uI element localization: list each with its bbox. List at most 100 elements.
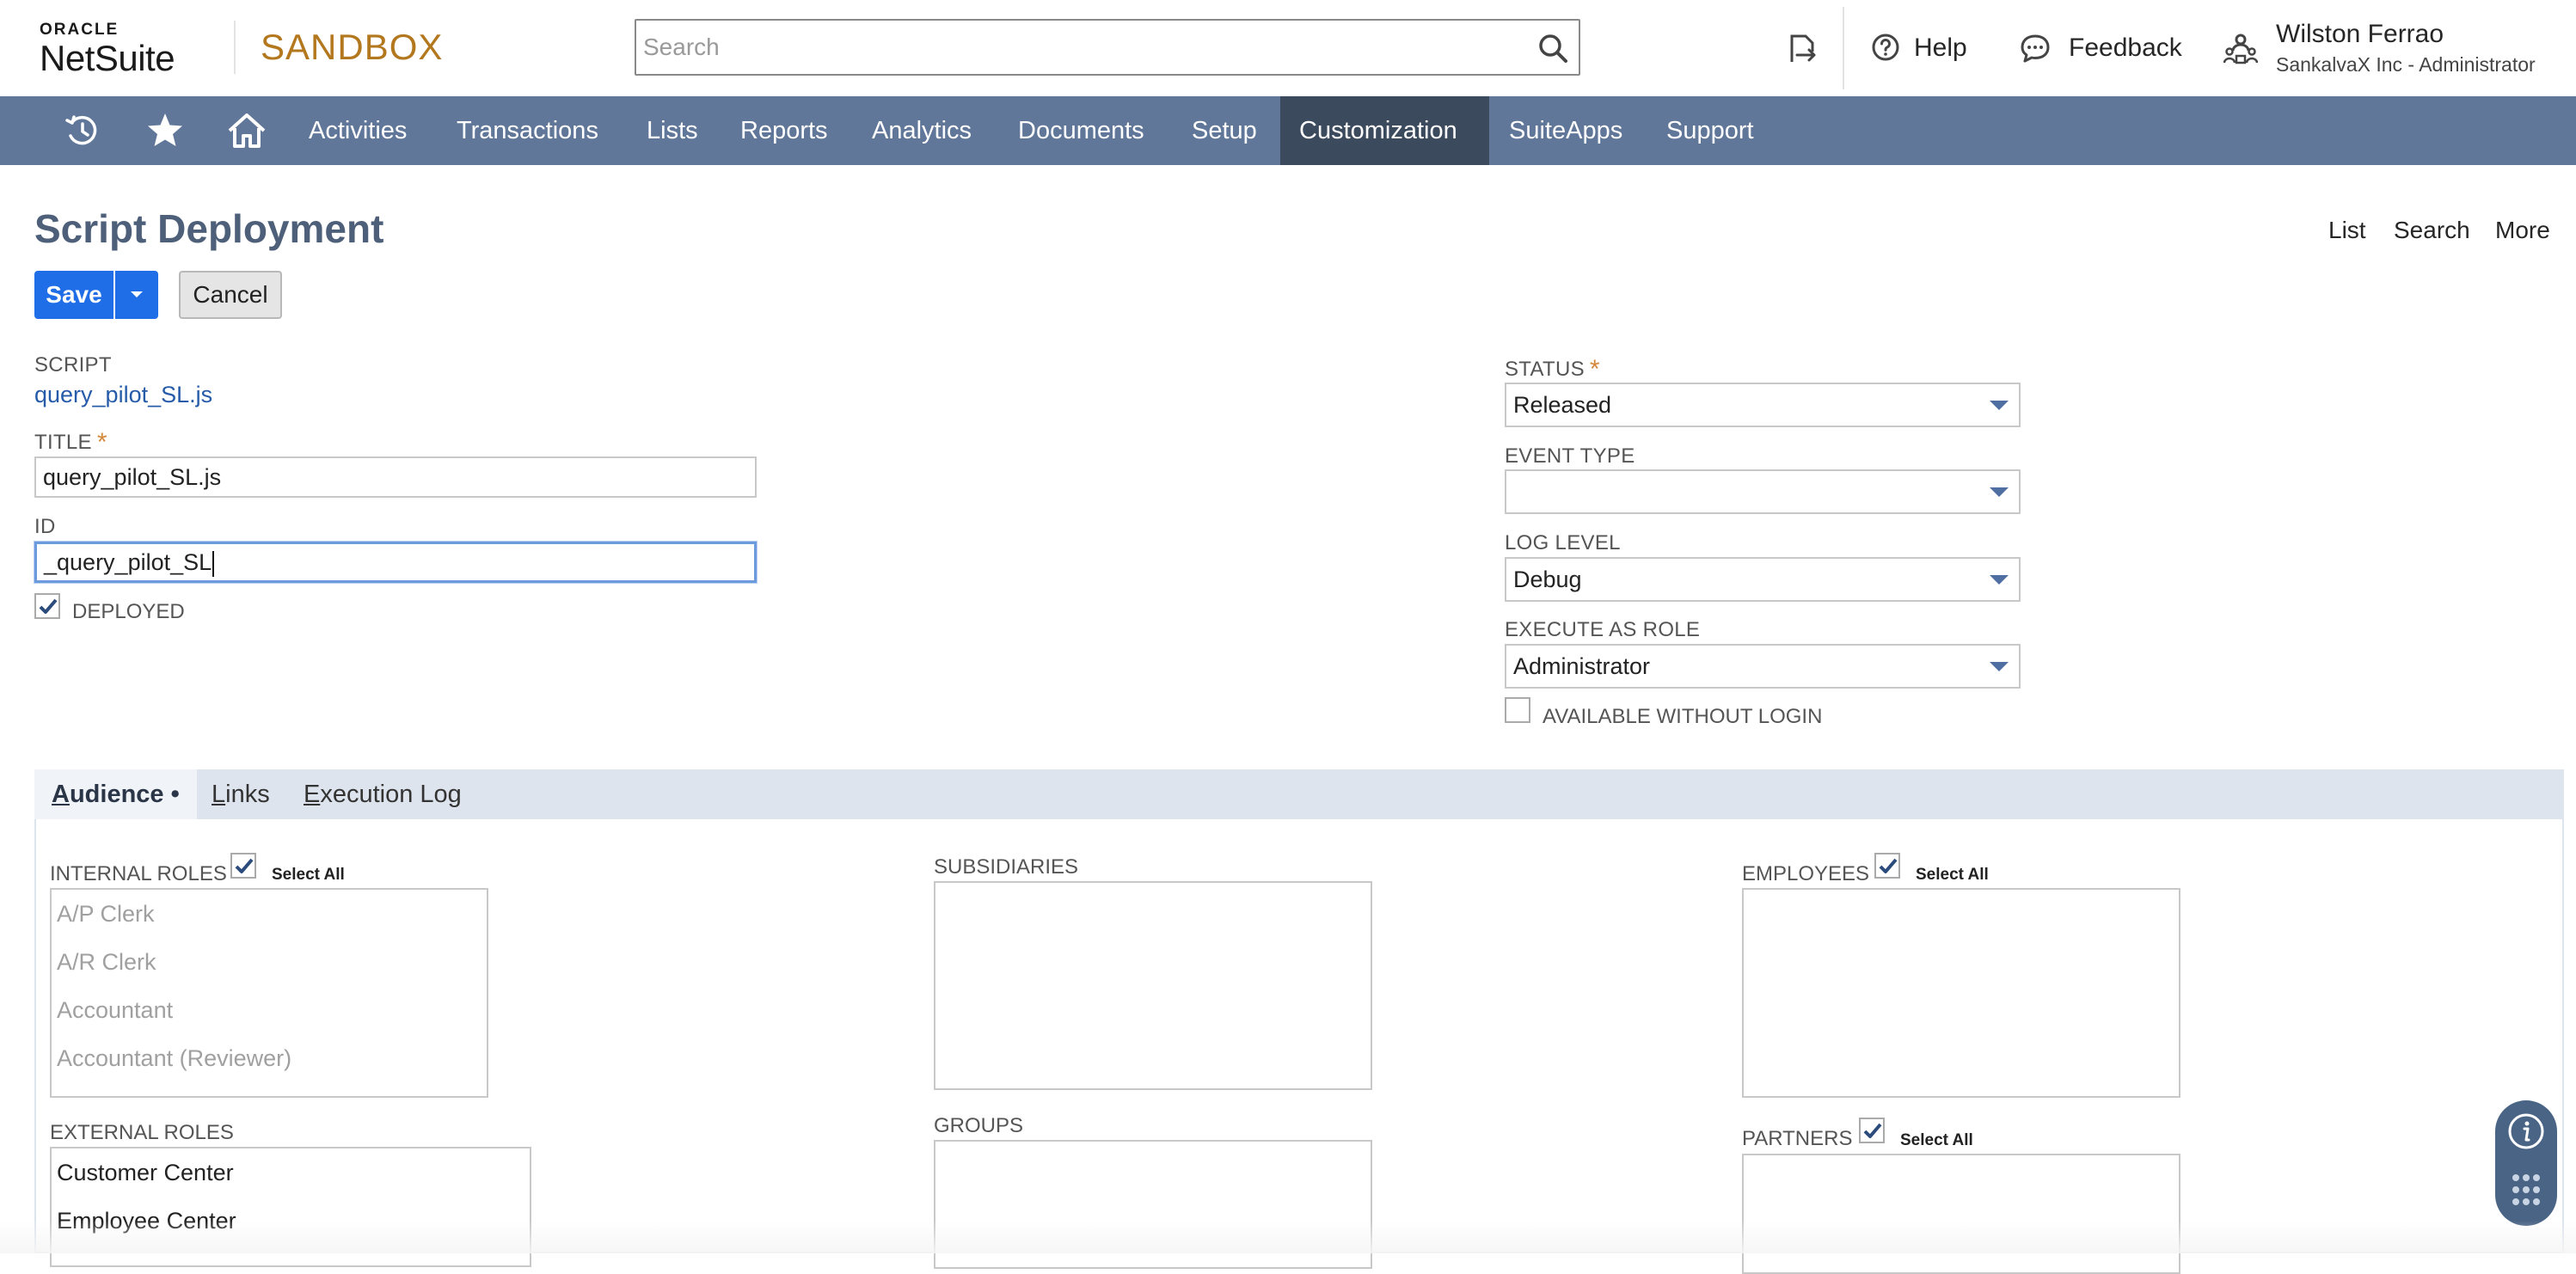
list-item: A/P Clerk (57, 901, 155, 927)
nav-lists[interactable]: Lists (628, 96, 717, 165)
main-navigation: Activities Transactions Lists Reports An… (0, 96, 2576, 165)
tab-audience-dot: • (163, 781, 180, 808)
caret-down-icon (131, 291, 143, 297)
nav-setup[interactable]: Setup (1173, 96, 1276, 165)
subtab-bar: Audience • Links Execution Log (34, 769, 2564, 819)
internal-roles-select-all-checkbox[interactable] (230, 853, 256, 879)
subsidiaries-listbox[interactable] (934, 881, 1372, 1090)
required-marker: * (96, 428, 107, 456)
title-input[interactable]: query_pilot_SL.js (34, 456, 757, 498)
header-divider (1843, 7, 1844, 89)
employees-listbox[interactable] (1742, 888, 2180, 1098)
dropdown-arrow-icon (1990, 575, 2009, 585)
home-icon[interactable] (226, 110, 267, 151)
text-cursor (212, 550, 215, 577)
required-marker: * (1589, 355, 1600, 383)
recent-history-icon[interactable] (62, 110, 103, 151)
tab-audience-text: udience (69, 781, 164, 808)
script-label: SCRIPT (34, 353, 112, 377)
execute-as-role-select-value: Administrator (1513, 653, 1651, 679)
event-type-select[interactable] (1505, 469, 2021, 514)
status-select-value: Released (1513, 392, 1612, 418)
user-name[interactable]: Wilston Ferrao (2276, 19, 2444, 50)
partners-select-all-checkbox[interactable] (1859, 1118, 1885, 1143)
available-without-login-label: AVAILABLE WITHOUT LOGIN (1543, 705, 1823, 728)
tab-links-text: inks (225, 781, 270, 808)
internal-roles-select-all-label: Select All (272, 866, 345, 884)
tab-execution-log[interactable]: Execution Log (304, 769, 462, 819)
nav-activities[interactable]: Activities (290, 96, 426, 165)
search-link[interactable]: Search (2394, 215, 2470, 246)
partners-label: PARTNERS (1742, 1127, 1853, 1150)
list-item: Accountant (57, 997, 174, 1023)
tab-links[interactable]: Links (212, 769, 270, 819)
feedback-link[interactable]: Feedback (2069, 33, 2182, 64)
nav-customization[interactable]: Customization (1280, 96, 1489, 165)
environment-label: SANDBOX (261, 27, 444, 67)
employees-select-all-label: Select All (1916, 866, 1989, 884)
checkmark-icon (235, 858, 254, 873)
tab-links-accesskey: L (212, 781, 226, 808)
tab-audience-accesskey: A (52, 781, 70, 808)
internal-roles-label: INTERNAL ROLES (50, 862, 227, 885)
tab-execution-log-text: xecution Log (320, 781, 462, 808)
internal-roles-listbox[interactable]: A/P Clerk A/R Clerk Accountant Accountan… (50, 888, 488, 1098)
execute-as-role-select[interactable]: Administrator (1505, 644, 2021, 689)
nav-documents[interactable]: Documents (999, 96, 1163, 165)
partners-select-all-label: Select All (1900, 1131, 1973, 1149)
list-item: Accountant (Reviewer) (57, 1045, 292, 1071)
tab-audience[interactable]: Audience • (34, 769, 197, 819)
status-label-text: STATUS (1505, 358, 1585, 381)
deployed-label: DEPLOYED (72, 600, 185, 623)
checkmark-icon (1879, 858, 1898, 873)
netsuite-wordmark: NetSuite (40, 38, 175, 78)
feedback-icon[interactable] (2019, 33, 2052, 64)
search-icon[interactable] (1536, 31, 1570, 65)
help-link[interactable]: Help (1914, 33, 1967, 64)
bottom-fade (0, 1221, 2576, 1253)
subsidiaries-label: SUBSIDIARIES (934, 855, 1079, 879)
favorites-star-icon[interactable] (144, 110, 186, 151)
nav-transactions[interactable]: Transactions (438, 96, 617, 165)
list-item: A/R Clerk (57, 949, 156, 975)
logo-divider (234, 21, 236, 74)
id-label: ID (34, 515, 56, 538)
page-info-widget[interactable] (2495, 1100, 2557, 1226)
nav-support[interactable]: Support (1647, 96, 1773, 165)
list-link[interactable]: List (2328, 215, 2366, 246)
save-options-button[interactable] (115, 271, 158, 319)
more-link[interactable]: More (2495, 215, 2550, 246)
nav-analytics[interactable]: Analytics (853, 96, 991, 165)
id-input-value: _query_pilot_SL (44, 549, 212, 575)
global-search[interactable] (635, 19, 1580, 76)
nav-suiteapps[interactable]: SuiteApps (1490, 96, 1641, 165)
status-select[interactable]: Released (1505, 383, 2021, 427)
cancel-button[interactable]: Cancel (179, 271, 282, 319)
log-level-select-value: Debug (1513, 567, 1582, 592)
employees-select-all-checkbox[interactable] (1874, 853, 1900, 879)
event-type-label: EVENT TYPE (1505, 444, 1635, 468)
keypad-icon[interactable] (2511, 1173, 2542, 1209)
role-switch-icon[interactable] (2223, 33, 2258, 65)
dropdown-arrow-icon (1990, 487, 2009, 497)
dropdown-arrow-icon (1990, 662, 2009, 671)
script-value-link[interactable]: query_pilot_SL.js (34, 380, 212, 409)
partners-listbox[interactable] (1742, 1154, 2180, 1274)
nav-reports[interactable]: Reports (721, 96, 847, 165)
available-without-login-checkbox[interactable] (1505, 697, 1530, 723)
netsuite-logo[interactable]: ORACLE NetSuite (40, 21, 175, 77)
external-roles-label: EXTERNAL ROLES (50, 1121, 234, 1144)
info-icon[interactable] (2507, 1112, 2545, 1150)
user-role[interactable]: SankalvaX Inc - Administrator (2276, 52, 2536, 77)
list-item[interactable]: Customer Center (52, 1148, 530, 1197)
global-search-input[interactable] (643, 28, 1503, 67)
help-icon[interactable] (1871, 33, 1900, 62)
recent-records-icon[interactable] (1785, 31, 1819, 67)
deployed-checkbox[interactable] (34, 593, 60, 619)
employees-label: EMPLOYEES (1742, 862, 1870, 885)
log-level-select[interactable]: Debug (1505, 557, 2021, 602)
tab-execution-log-accesskey: E (304, 781, 321, 808)
groups-label: GROUPS (934, 1114, 1024, 1137)
id-input[interactable]: _query_pilot_SL (34, 542, 757, 583)
save-button[interactable]: Save (34, 271, 113, 319)
